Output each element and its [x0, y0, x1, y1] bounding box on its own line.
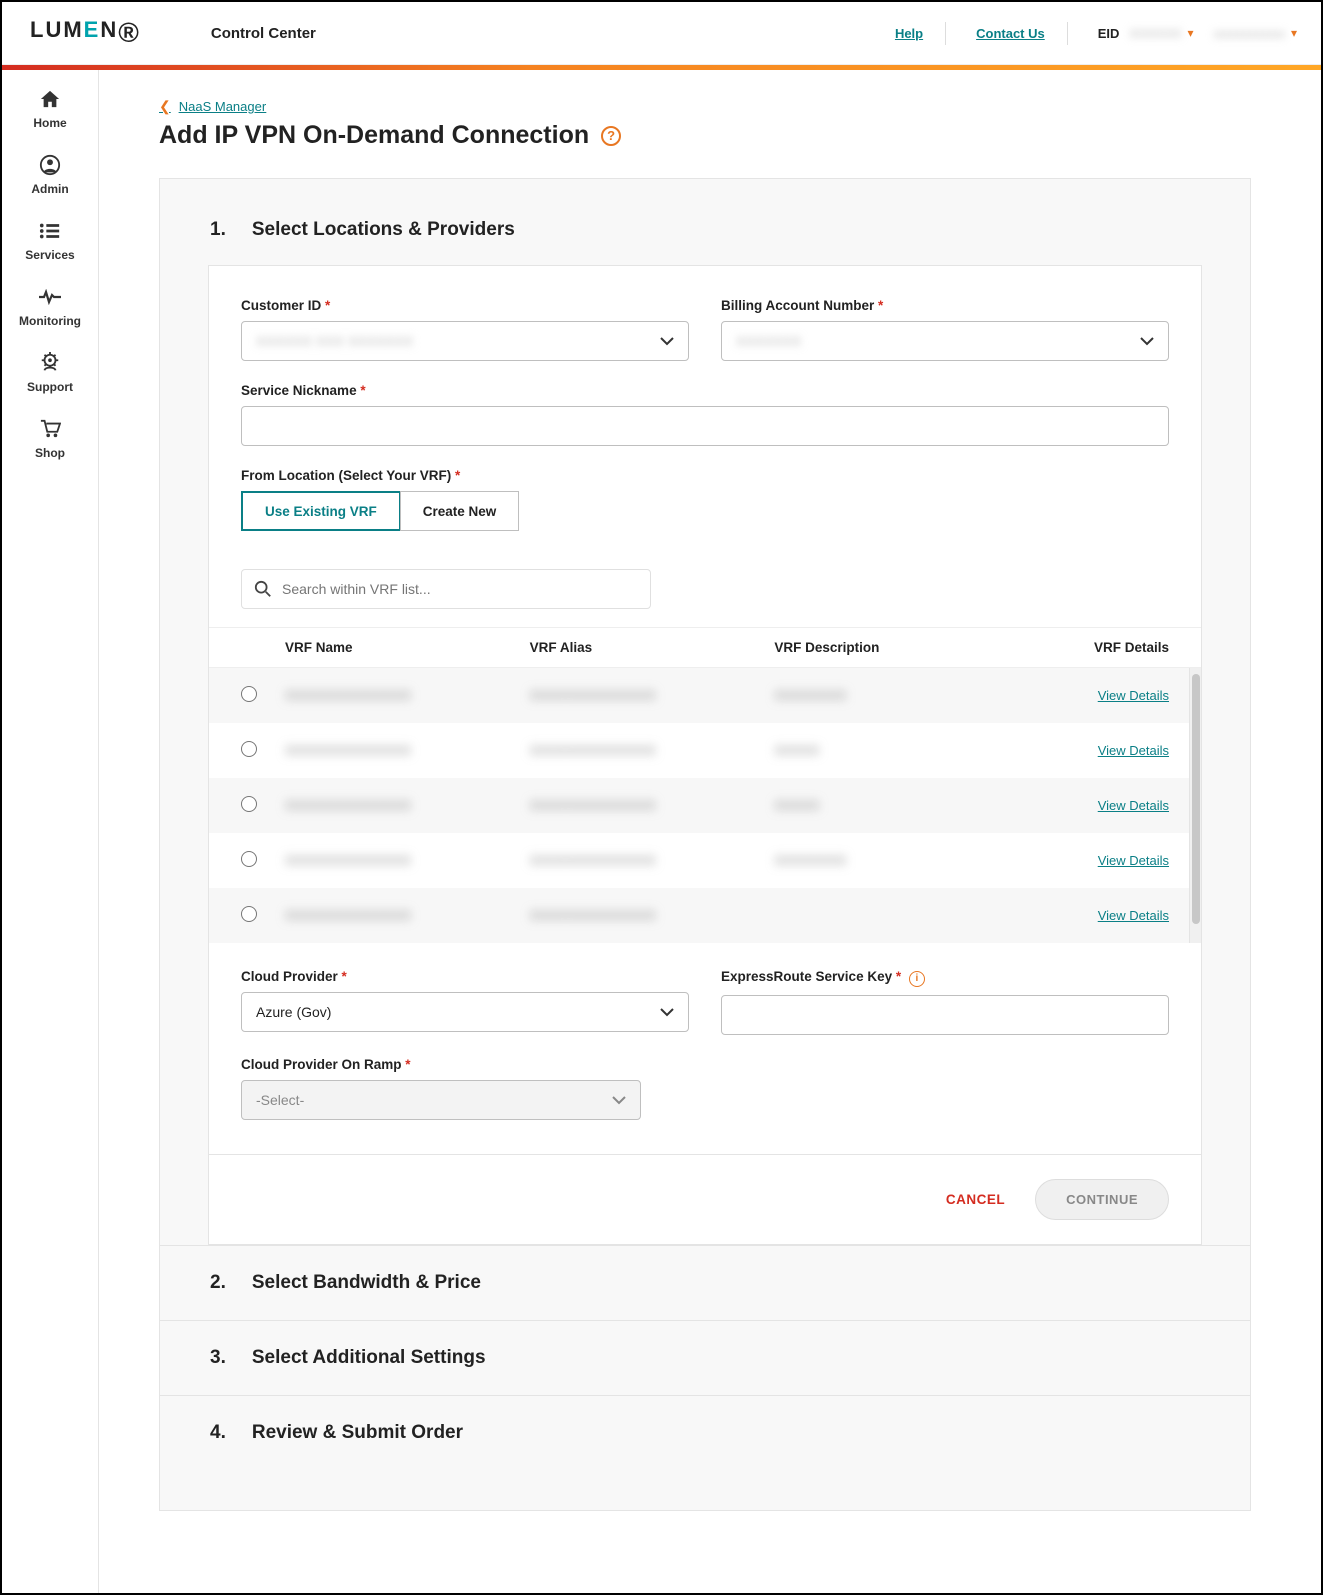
ban-label: Billing Account Number * [721, 298, 1169, 313]
step-2-title: Select Bandwidth & Price [252, 1272, 481, 1294]
vrf-radio[interactable] [241, 851, 257, 867]
vrf-radio[interactable] [241, 741, 257, 757]
account-menu-chevron[interactable]: ▾ [1291, 26, 1297, 40]
user-icon [38, 154, 62, 176]
vrf-col-alias: VRF Alias [530, 640, 775, 655]
home-icon [38, 88, 62, 110]
customer-id-select[interactable]: XXXXXX XXX XXXXXXX [241, 321, 689, 361]
vrf-row[interactable]: XXXXXXXXXXXXXXXXXXXXXXXXXXXXXXXXXView De… [209, 723, 1201, 778]
cloud-provider-select[interactable]: Azure (Gov) [241, 992, 689, 1032]
vrf-radio[interactable] [241, 906, 257, 922]
sidebar-item-label: Admin [31, 182, 68, 196]
sidebar-item-admin[interactable]: Admin [31, 154, 68, 196]
toggle-existing-vrf[interactable]: Use Existing VRF [241, 491, 401, 531]
vrf-alias: XXXXXXXXXXXXXX [530, 743, 775, 758]
breadcrumb-label: NaaS Manager [179, 99, 266, 114]
cart-icon [38, 418, 62, 440]
contact-us-link[interactable]: Contact Us [966, 22, 1068, 45]
vrf-desc: XXXXX [774, 798, 1019, 813]
vrf-row[interactable]: XXXXXXXXXXXXXXXXXXXXXXXXXXXXXXXXXXXXView… [209, 833, 1201, 888]
sidebar-item-label: Services [25, 248, 74, 262]
vrf-col-desc: VRF Description [774, 640, 1019, 655]
chevron-down-icon [660, 333, 674, 349]
vrf-row[interactable]: XXXXXXXXXXXXXXXXXXXXXXXXXXXXXXXXXView De… [209, 778, 1201, 833]
sidebar-item-support[interactable]: Support [27, 352, 73, 394]
onramp-label: Cloud Provider On Ramp * [241, 1057, 641, 1072]
chevron-down-icon [1140, 333, 1154, 349]
vrf-desc: XXXXXXXX [774, 853, 1019, 868]
cloud-provider-label: Cloud Provider * [241, 969, 689, 984]
vrf-name: XXXXXXXXXXXXXX [285, 743, 530, 758]
continue-button[interactable]: CONTINUE [1035, 1179, 1169, 1220]
vrf-alias: XXXXXXXXXXXXXX [530, 853, 775, 868]
view-details-link[interactable]: View Details [1098, 853, 1169, 868]
vrf-col-name: VRF Name [285, 640, 530, 655]
pulse-icon [38, 286, 62, 308]
sidebar-item-services[interactable]: Services [25, 220, 74, 262]
vrf-search-input[interactable] [241, 569, 651, 609]
search-icon [254, 580, 272, 598]
page-title: Add IP VPN On-Demand Connection ? [159, 121, 1251, 150]
vrf-row[interactable]: XXXXXXXXXXXXXXXXXXXXXXXXXXXXXXXXXXXXView… [209, 668, 1201, 723]
eid-value: XXXXXX [1129, 26, 1181, 41]
vrf-alias: XXXXXXXXXXXXXX [530, 798, 775, 813]
step-2-number: 2. [210, 1272, 226, 1294]
step-1-number: 1. [210, 219, 226, 241]
list-icon [38, 220, 62, 242]
toggle-create-new[interactable]: Create New [400, 491, 520, 531]
view-details-link[interactable]: View Details [1098, 798, 1169, 813]
onramp-select[interactable]: -Select- [241, 1080, 641, 1120]
sidebar-item-monitoring[interactable]: Monitoring [19, 286, 81, 328]
step-3-title: Select Additional Settings [252, 1347, 486, 1369]
view-details-link[interactable]: View Details [1098, 908, 1169, 923]
step-3-number: 3. [210, 1347, 226, 1369]
eid-label: EID [1098, 26, 1120, 41]
view-details-link[interactable]: View Details [1098, 743, 1169, 758]
ersk-label: ExpressRoute Service Key * i [721, 969, 1169, 987]
sidebar-item-label: Monitoring [19, 314, 81, 328]
customer-id-label: Customer ID * [241, 298, 689, 313]
vrf-name: XXXXXXXXXXXXXX [285, 853, 530, 868]
vrf-desc: XXXXXXXX [774, 688, 1019, 703]
brand-logo: LUMEN® [30, 17, 141, 49]
gear-icon [38, 352, 62, 374]
cancel-button[interactable]: CANCEL [946, 1192, 1005, 1207]
vrf-row[interactable]: XXXXXXXXXXXXXXXXXXXXXXXXXXXX View Details [209, 888, 1201, 943]
sidebar-item-label: Shop [35, 446, 65, 460]
sidebar-item-label: Support [27, 380, 73, 394]
nickname-label: Service Nickname * [241, 383, 1169, 398]
app-title: Control Center [211, 25, 316, 42]
account-value: xxxxxxxxxxx [1213, 26, 1285, 41]
vrf-col-details: VRF Details [1019, 640, 1169, 655]
step-4-number: 4. [210, 1422, 226, 1444]
sidebar-item-label: Home [33, 116, 66, 130]
chevron-down-icon [612, 1092, 626, 1108]
eid-menu-chevron[interactable]: ▾ [1187, 26, 1193, 40]
vrf-radio[interactable] [241, 796, 257, 812]
ersk-input[interactable] [721, 995, 1169, 1035]
vrf-alias: XXXXXXXXXXXXXX [530, 688, 775, 703]
vrf-name: XXXXXXXXXXXXXX [285, 688, 530, 703]
view-details-link[interactable]: View Details [1098, 688, 1169, 703]
nickname-input[interactable] [241, 406, 1169, 446]
chevron-down-icon [660, 1004, 674, 1020]
chevron-left-icon: ❮ [159, 98, 171, 115]
vrf-radio[interactable] [241, 686, 257, 702]
sidebar-item-shop[interactable]: Shop [35, 418, 65, 460]
vrf-alias: XXXXXXXXXXXXXX [530, 908, 775, 923]
sidebar-item-home[interactable]: Home [33, 88, 66, 130]
info-icon[interactable]: i [909, 971, 925, 987]
step-4-title: Review & Submit Order [252, 1422, 463, 1444]
step-1-title: Select Locations & Providers [252, 219, 515, 241]
vrf-name: XXXXXXXXXXXXXX [285, 908, 530, 923]
vrf-desc: XXXXX [774, 743, 1019, 758]
scrollbar[interactable] [1189, 668, 1201, 943]
ban-select[interactable]: XXXXXXX [721, 321, 1169, 361]
help-link[interactable]: Help [885, 22, 946, 45]
from-location-label: From Location (Select Your VRF) * [241, 468, 1169, 483]
vrf-name: XXXXXXXXXXXXXX [285, 798, 530, 813]
breadcrumb-back[interactable]: ❮ NaaS Manager [159, 98, 266, 115]
help-icon[interactable]: ? [601, 126, 621, 146]
